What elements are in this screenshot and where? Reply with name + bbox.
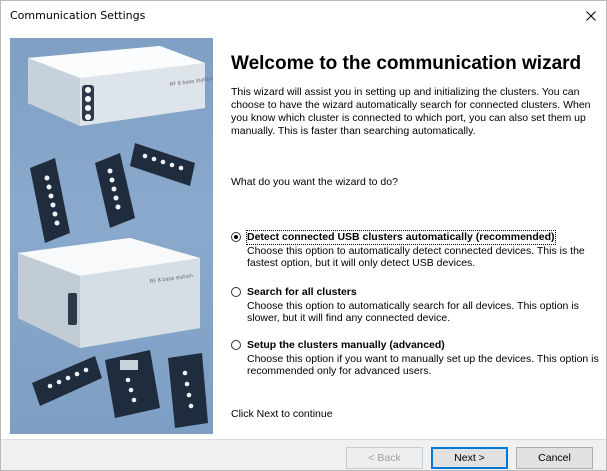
radio-detect-usb[interactable]	[231, 232, 241, 243]
option-search-all[interactable]: Search for all clusters Choose this opti…	[231, 286, 601, 325]
window-title: Communication Settings	[10, 9, 146, 22]
option-manual-setup-row[interactable]: Setup the clusters manually (advanced)	[231, 339, 601, 352]
keypads-top	[30, 143, 195, 243]
option-detect-usb[interactable]: Detect connected USB clusters automatica…	[231, 230, 601, 270]
option-manual-setup[interactable]: Setup the clusters manually (advanced) C…	[231, 339, 601, 378]
option-search-all-description: Choose this option to automatically sear…	[247, 299, 579, 325]
page-title: Welcome to the communication wizard	[231, 53, 582, 74]
title-bar: Communication Settings	[1, 1, 606, 31]
button-bar: < Back Next > Cancel	[1, 439, 606, 470]
close-icon	[586, 11, 596, 21]
base-station-bottom: RF 8 base station	[18, 238, 200, 348]
intro-text: This wizard will assist you in setting u…	[231, 86, 591, 137]
option-search-all-label[interactable]: Search for all clusters	[247, 286, 357, 299]
dialog-window: Communication Settings RF 8 base station	[0, 0, 607, 471]
close-button[interactable]	[576, 1, 606, 31]
radio-search-all[interactable]	[231, 287, 241, 298]
back-button[interactable]: < Back	[346, 447, 423, 469]
option-manual-setup-label[interactable]: Setup the clusters manually (advanced)	[247, 339, 445, 352]
next-button[interactable]: Next >	[431, 447, 508, 469]
radio-manual-setup[interactable]	[231, 340, 241, 351]
cluster-devices-illustration: RF 8 base station RF 8 base station	[18, 46, 213, 428]
base-station-top: RF 8 base station	[28, 46, 213, 126]
option-detect-usb-row[interactable]: Detect connected USB clusters automatica…	[231, 230, 601, 245]
option-detect-usb-label[interactable]: Detect connected USB clusters automatica…	[246, 230, 556, 245]
cancel-button[interactable]: Cancel	[516, 447, 593, 469]
question-text: What do you want the wizard to do?	[231, 176, 398, 188]
footer-hint: Click Next to continue	[231, 408, 333, 420]
option-search-all-row[interactable]: Search for all clusters	[231, 286, 601, 299]
wizard-content: Welcome to the communication wizard This…	[230, 38, 602, 434]
side-illustration: RF 8 base station RF 8 base station	[10, 38, 213, 434]
keypads-bottom	[32, 350, 208, 428]
option-manual-setup-description: Choose this option if you want to manual…	[247, 352, 599, 378]
option-detect-usb-description: Choose this option to automatically dete…	[247, 244, 585, 270]
